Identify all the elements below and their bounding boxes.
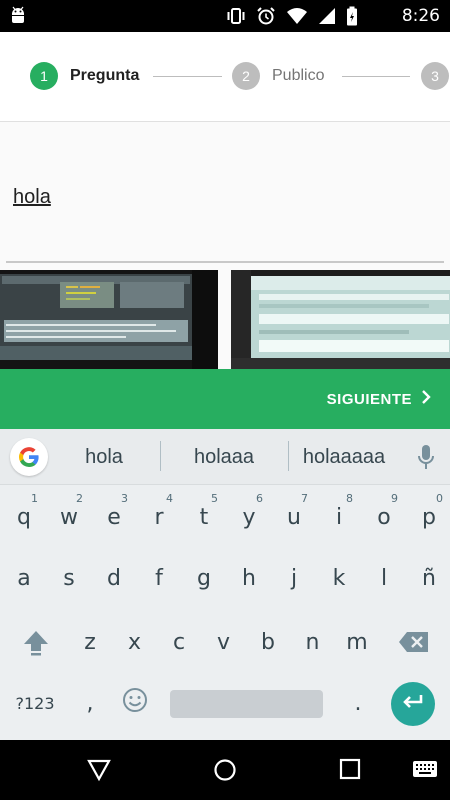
key-x[interactable]: x <box>113 615 157 669</box>
android-icon <box>8 5 28 30</box>
wifi-icon <box>286 7 308 30</box>
suggestion-strip: hola holaaa holaaaaa <box>0 429 450 485</box>
signal-icon <box>318 7 336 30</box>
key-ñ[interactable]: ñ <box>407 551 450 605</box>
microphone-icon[interactable] <box>416 443 436 476</box>
period-key[interactable]: . <box>336 676 380 730</box>
symbols-key[interactable]: ?123 <box>13 676 57 730</box>
battery-icon <box>346 6 358 31</box>
key-hint: 0 <box>436 492 443 505</box>
keyboard-switch-icon[interactable] <box>412 760 438 785</box>
next-button[interactable]: SIGUIENTE <box>327 389 432 409</box>
suggestion-2[interactable]: holaaa <box>170 446 278 469</box>
status-time: 8:26 <box>401 6 440 26</box>
step-2-label[interactable]: Publico <box>272 67 324 85</box>
smiley-icon <box>122 687 148 719</box>
key-hint: 1 <box>31 492 38 505</box>
question-field[interactable]: hola <box>0 123 450 263</box>
suggestion-divider <box>160 441 161 471</box>
suggestion-divider <box>288 441 289 471</box>
key-label: u <box>287 504 301 530</box>
key-r[interactable]: 4r <box>137 490 181 544</box>
next-action-bar: SIGUIENTE <box>0 369 450 429</box>
step-2-number[interactable]: 2 <box>232 62 260 90</box>
key-hint: 7 <box>301 492 308 505</box>
key-label: w <box>60 504 78 530</box>
enter-arrow-icon <box>401 692 425 717</box>
key-hint: 5 <box>211 492 218 505</box>
key-hint: 2 <box>76 492 83 505</box>
comma-key[interactable]: , <box>68 676 112 730</box>
key-l[interactable]: l <box>362 551 406 605</box>
home-icon[interactable] <box>213 758 237 787</box>
soft-keyboard: hola holaaa holaaaaa 1q2w3e4r5t6y7u8i9o0… <box>0 429 450 740</box>
space-key[interactable] <box>170 690 323 718</box>
key-w[interactable]: 2w <box>47 490 91 544</box>
key-m[interactable]: m <box>335 615 379 669</box>
recents-icon[interactable] <box>339 758 361 785</box>
shift-key[interactable] <box>14 615 58 669</box>
vibrate-icon <box>226 6 246 31</box>
next-button-label: SIGUIENTE <box>326 390 412 408</box>
key-label: p <box>422 504 436 530</box>
key-a[interactable]: a <box>2 551 46 605</box>
key-k[interactable]: k <box>317 551 361 605</box>
suggestion-3[interactable]: holaaaaa <box>292 446 396 469</box>
enter-key[interactable] <box>391 682 435 726</box>
back-icon[interactable] <box>86 758 112 787</box>
key-b[interactable]: b <box>246 615 290 669</box>
key-z[interactable]: z <box>68 615 112 669</box>
key-y[interactable]: 6y <box>227 490 271 544</box>
step-1-label[interactable]: Pregunta <box>70 67 139 85</box>
key-label: r <box>154 504 164 530</box>
key-q[interactable]: 1q <box>2 490 46 544</box>
key-hint: 4 <box>166 492 173 505</box>
alarm-icon <box>256 6 276 31</box>
step-connector <box>342 76 410 77</box>
key-s[interactable]: s <box>47 551 91 605</box>
key-h[interactable]: h <box>227 551 271 605</box>
key-label: e <box>107 504 121 530</box>
key-f[interactable]: f <box>137 551 181 605</box>
image-thumbnail-2[interactable] <box>231 270 450 370</box>
input-underline <box>6 261 444 263</box>
key-v[interactable]: v <box>202 615 246 669</box>
step-connector <box>153 76 222 77</box>
key-e[interactable]: 3e <box>92 490 136 544</box>
image-strip <box>0 270 450 370</box>
key-hint: 3 <box>121 492 128 505</box>
key-i[interactable]: 8i <box>317 490 361 544</box>
key-o[interactable]: 9o <box>362 490 406 544</box>
chevron-right-icon <box>420 389 432 409</box>
step-1-number[interactable]: 1 <box>30 62 58 90</box>
key-d[interactable]: d <box>92 551 136 605</box>
status-bar: 8:26 <box>0 0 450 32</box>
navigation-bar <box>0 740 450 800</box>
key-hint: 6 <box>256 492 263 505</box>
key-g[interactable]: g <box>182 551 226 605</box>
backspace-key[interactable] <box>392 615 436 669</box>
key-u[interactable]: 7u <box>272 490 316 544</box>
key-j[interactable]: j <box>272 551 316 605</box>
key-label: t <box>199 504 209 530</box>
key-label: o <box>377 504 391 530</box>
suggestion-1[interactable]: hola <box>58 446 150 469</box>
key-p[interactable]: 0p <box>407 490 450 544</box>
key-c[interactable]: c <box>157 615 201 669</box>
key-t[interactable]: 5t <box>182 490 226 544</box>
stepper: 1 Pregunta 2 Publico 3 <box>0 32 450 122</box>
key-label: q <box>17 504 31 530</box>
google-logo-icon[interactable] <box>10 438 48 476</box>
key-hint: 9 <box>391 492 398 505</box>
question-text[interactable]: hola <box>13 186 51 209</box>
key-label: i <box>335 504 343 530</box>
key-n[interactable]: n <box>291 615 335 669</box>
image-thumbnail-1[interactable] <box>0 270 218 370</box>
key-hint: 8 <box>346 492 353 505</box>
step-3-number[interactable]: 3 <box>421 62 449 90</box>
key-label: y <box>242 504 256 530</box>
emoji-key[interactable] <box>113 676 157 730</box>
